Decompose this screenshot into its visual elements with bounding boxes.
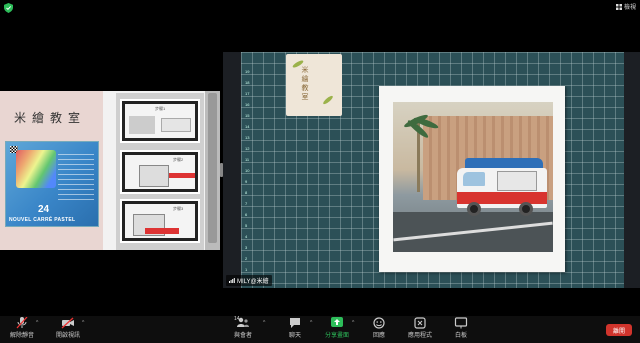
step-panel: 步驟3 — [120, 199, 200, 243]
ruler-number: 13 — [245, 135, 250, 140]
box-text-lines — [58, 154, 94, 200]
share-screen-label: 分享畫面 — [324, 333, 349, 339]
logo-card: 米繪教室 — [286, 54, 342, 116]
slide-title: 米繪教室 — [14, 111, 87, 125]
ruler-number: 19 — [245, 69, 250, 74]
leave-meeting-button[interactable]: 離開 — [606, 324, 632, 336]
ruler-number: 18 — [245, 80, 250, 85]
leaf-icon — [322, 94, 334, 106]
apps-icon — [414, 317, 426, 329]
pastel-brand: NOUVEL CARRÉ PASTEL — [9, 217, 76, 223]
top-bar: 檢視 — [0, 0, 640, 16]
ruler-number: 8 — [245, 190, 248, 195]
ruler-number: 15 — [245, 113, 250, 118]
share-screen-icon — [331, 317, 343, 327]
cutting-mat: 19 18 17 16 15 14 13 12 11 10 9 8 7 6 5 4 3 2 1 米繪教室 — [241, 52, 624, 288]
camera-video[interactable]: 19 18 17 16 15 14 13 12 11 10 9 8 7 6 5 4 3 2 1 米繪教室 — [223, 52, 640, 288]
reaction-icon — [373, 317, 385, 329]
ruler-number: 2 — [245, 256, 248, 261]
meeting-toolbar: 解除靜音 ^ 開啟視訊 ^ 14 與會者 ^ 聊天 ^ 分享畫面 ^ 回應 應用… — [0, 316, 640, 343]
view-label: 檢視 — [623, 5, 636, 11]
wheel — [467, 202, 481, 216]
ruler-number: 9 — [245, 179, 248, 184]
whiteboard-button[interactable]: 白板 — [439, 317, 483, 339]
reactions-label: 回應 — [372, 333, 385, 339]
ruler-number: 5 — [245, 223, 248, 228]
whiteboard-label: 白板 — [454, 333, 467, 339]
pastel-count: 24 — [38, 204, 50, 215]
ruler-number: 14 — [245, 124, 250, 129]
ruler-number: 3 — [245, 245, 248, 250]
ruler-number: 10 — [245, 168, 250, 173]
video-off-icon — [61, 317, 74, 329]
ruler-number: 16 — [245, 102, 250, 107]
participant-name-tag: MILY@米繪 — [226, 275, 272, 286]
ruler-number: 7 — [245, 201, 248, 206]
apps-label: 應用程式 — [407, 333, 432, 339]
participant-count: 14 — [234, 316, 240, 322]
ruler-number: 4 — [245, 234, 248, 239]
ruler-number: 17 — [245, 91, 250, 96]
step-sketch — [161, 118, 191, 132]
participant-name: MILY@米繪 — [237, 279, 269, 285]
microphone-muted-icon — [16, 317, 28, 329]
logo-text: 米繪教室 — [301, 66, 309, 102]
step-label: 步驟3 — [173, 206, 184, 211]
apps-button[interactable]: 應用程式 — [398, 317, 442, 339]
ruler-number: 1 — [245, 267, 248, 272]
step-sketch — [129, 116, 155, 134]
signal-icon — [229, 278, 235, 283]
scrollbar-thumb[interactable] — [208, 93, 217, 243]
pastel-box-image: 24 NOUVEL CARRÉ PASTEL — [5, 141, 99, 227]
ruler-number: 11 — [245, 157, 250, 162]
step-sketch — [139, 165, 169, 187]
step-stripe — [169, 173, 195, 178]
step-label: 步驟2 — [173, 157, 184, 162]
participants-button[interactable]: 14 與會者 — [221, 316, 265, 339]
shared-screen[interactable]: 米繪教室 24 NOUVEL CARRÉ PASTEL 步驟1 步驟2 步驟3 — [0, 91, 220, 250]
start-video-label: 開啟視訊 — [55, 333, 80, 339]
step-panel: 步驟1 — [120, 99, 200, 143]
ruler-numbers: 19 18 17 16 15 14 13 12 11 10 9 8 7 6 5 4 3 2 1 — [245, 66, 255, 276]
chat-label: 聊天 — [288, 333, 301, 339]
slide-steps-column: 步驟1 步驟2 步驟3 — [116, 93, 204, 250]
participants-label: 與會者 — [233, 333, 252, 339]
wheel — [519, 202, 533, 216]
slide-scrollbar[interactable] — [205, 91, 220, 250]
chat-icon — [290, 318, 300, 328]
step-label: 步驟1 — [155, 106, 166, 111]
ruler-number: 6 — [245, 212, 248, 217]
ruler-number: 12 — [245, 146, 250, 151]
step-panel: 步驟2 — [120, 150, 200, 194]
unmute-label: 解除靜音 — [9, 333, 34, 339]
food-truck-painting — [393, 102, 553, 252]
paper-sheet — [379, 86, 565, 272]
slide-left-column: 米繪教室 24 NOUVEL CARRÉ PASTEL — [0, 91, 103, 250]
reactions-button[interactable]: 回應 — [357, 317, 401, 339]
grid-icon — [615, 3, 622, 10]
whiteboard-icon — [454, 317, 468, 329]
shield-check-icon[interactable] — [4, 3, 13, 13]
color-swatch — [16, 150, 56, 188]
step-stripe — [145, 228, 179, 234]
painted-truck — [453, 158, 547, 224]
view-button[interactable]: 檢視 — [615, 2, 636, 11]
